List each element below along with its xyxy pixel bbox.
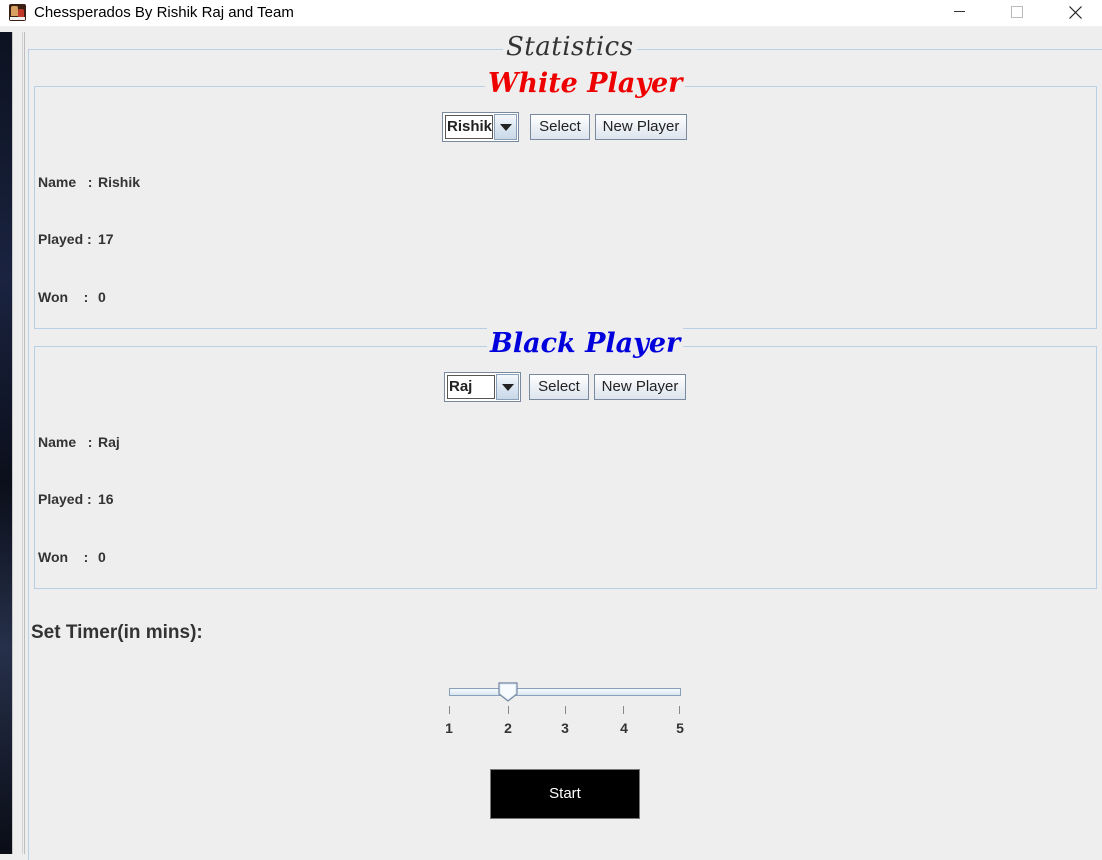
- white-player-select[interactable]: Rishik: [442, 112, 519, 142]
- slider-tick-label: 1: [445, 720, 453, 736]
- slider-tick: [679, 706, 680, 714]
- slider-tick: [508, 706, 509, 714]
- slider-tick-label: 4: [620, 720, 628, 736]
- chess-pieces-icon: [9, 4, 26, 21]
- minimize-button[interactable]: [930, 0, 988, 26]
- window-frame-edge: [22, 32, 23, 854]
- black-new-player-button[interactable]: New Player: [594, 374, 686, 400]
- dropdown-arrow-button[interactable]: [496, 374, 519, 400]
- slider-tick: [449, 706, 450, 714]
- black-played-value: 16: [98, 491, 114, 507]
- white-won-value: 0: [98, 289, 106, 305]
- white-played-value: 17: [98, 231, 114, 247]
- black-won-value: 0: [98, 549, 106, 565]
- white-played-label: Played :: [38, 231, 92, 247]
- close-button[interactable]: [1046, 0, 1102, 26]
- maximize-icon: [1011, 6, 1023, 18]
- black-player-title: Black Player: [487, 328, 684, 359]
- window-frame-edge: [12, 32, 13, 854]
- chevron-down-icon: [500, 124, 512, 131]
- slider-tick-label: 3: [561, 720, 569, 736]
- close-icon: [1069, 6, 1082, 19]
- white-won-label: Won :: [38, 289, 89, 305]
- timer-slider-track[interactable]: [449, 688, 681, 696]
- desktop-background: [0, 32, 12, 854]
- black-select-button[interactable]: Select: [529, 374, 589, 400]
- black-won-label: Won :: [38, 549, 89, 565]
- window-title-bar[interactable]: Chessperados By Rishik Raj and Team: [0, 0, 1102, 27]
- slider-tick-label: 2: [504, 720, 512, 736]
- timer-slider-thumb[interactable]: [498, 682, 518, 702]
- white-player-selected: Rishik: [447, 118, 493, 135]
- white-new-player-button[interactable]: New Player: [595, 114, 687, 140]
- black-player-select[interactable]: Raj: [444, 372, 521, 402]
- timer-label: Set Timer(in mins):: [31, 622, 203, 643]
- black-played-label: Played :: [38, 491, 92, 507]
- maximize-button[interactable]: [988, 0, 1046, 26]
- white-name-label: Name :: [38, 174, 93, 190]
- window-title: Chessperados By Rishik Raj and Team: [34, 4, 294, 21]
- white-player-title: White Player: [485, 68, 686, 99]
- slider-tick-label: 5: [676, 720, 684, 736]
- white-select-button[interactable]: Select: [530, 114, 590, 140]
- statistics-title: Statistics: [503, 32, 637, 62]
- chevron-down-icon: [502, 384, 514, 391]
- white-name-value: Rishik: [98, 174, 141, 190]
- dropdown-arrow-button[interactable]: [494, 114, 517, 140]
- black-name-label: Name :: [38, 434, 93, 450]
- minimize-icon: [954, 11, 965, 12]
- slider-tick: [565, 706, 566, 714]
- black-name-value: Raj: [98, 434, 120, 450]
- window-frame-edge: [24, 32, 25, 854]
- start-button[interactable]: Start: [490, 769, 640, 819]
- black-player-selected: Raj: [449, 378, 473, 395]
- slider-tick: [623, 706, 624, 714]
